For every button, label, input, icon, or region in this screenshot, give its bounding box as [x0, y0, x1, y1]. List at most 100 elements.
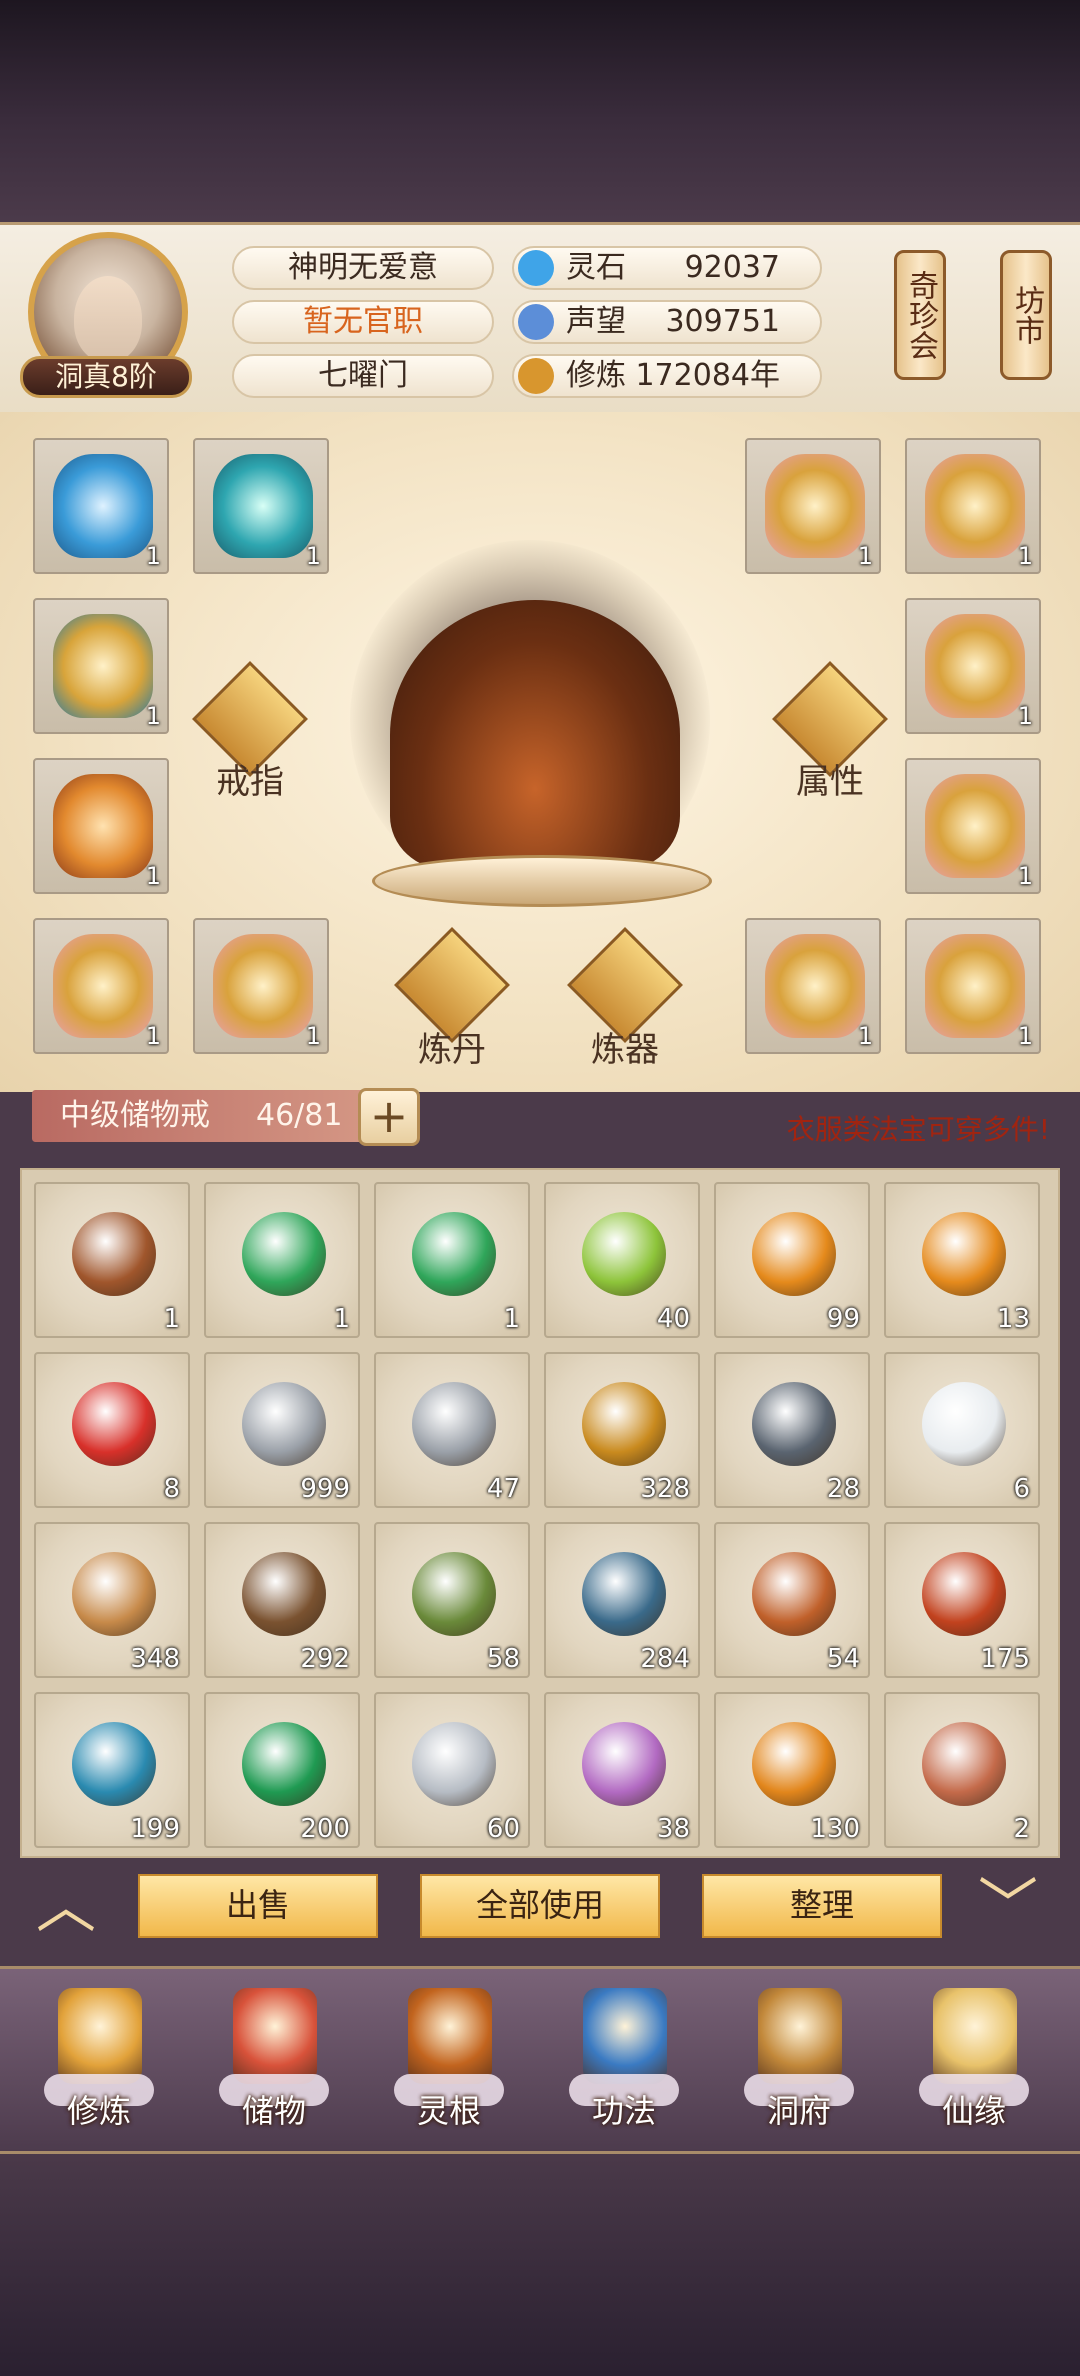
inventory-slot[interactable]: 348	[34, 1522, 190, 1678]
inventory-slot[interactable]: 292	[204, 1522, 360, 1678]
attributes-label: 属性	[796, 762, 864, 802]
nav-item-technique-book[interactable]: 功法	[549, 1974, 699, 2144]
resource-value: 92037	[684, 250, 780, 285]
item-count: 1	[1017, 1022, 1033, 1050]
inventory-slot[interactable]: 28	[714, 1352, 870, 1508]
inventory-slot[interactable]: 38	[544, 1692, 700, 1848]
orange-orb-icon	[922, 1212, 1006, 1296]
forge-button[interactable]: 炼器	[567, 927, 683, 1070]
inventory-slot[interactable]: 47	[374, 1352, 530, 1508]
item-count: 47	[486, 1474, 520, 1504]
inventory-slot[interactable]: 1	[34, 1182, 190, 1338]
scroll-down-arrow-icon[interactable]: ﹀	[978, 1858, 1038, 1945]
scroll-icon	[412, 1212, 496, 1296]
green-orb-icon	[582, 1212, 666, 1296]
prestige-icon	[518, 304, 554, 340]
inventory-slot[interactable]: 2	[884, 1692, 1040, 1848]
scroll-up-arrow-icon[interactable]: ︿	[36, 1858, 96, 1945]
resource-label: 声望	[566, 304, 626, 339]
sort-button[interactable]: 整理	[702, 1874, 942, 1938]
avatar-face	[74, 276, 142, 362]
inventory-slot[interactable]: 199	[34, 1692, 190, 1848]
inventory-slot[interactable]: 58	[374, 1522, 530, 1678]
inventory-slot[interactable]: 60	[374, 1692, 530, 1848]
inventory-slot[interactable]: 54	[714, 1522, 870, 1678]
cave-dwelling-icon	[758, 1988, 842, 2084]
robe-icon	[765, 454, 865, 558]
nav-label: 修炼	[66, 2092, 131, 2130]
equip-slot[interactable]: 1	[905, 758, 1041, 894]
sect-name[interactable]: 七曜门	[232, 354, 494, 398]
equip-slot[interactable]: 1	[193, 918, 329, 1054]
item-count: 1	[145, 862, 161, 890]
item-count: 348	[130, 1644, 180, 1674]
item-count: 999	[300, 1474, 350, 1504]
inventory-slot[interactable]: 40	[544, 1182, 700, 1338]
robe-icon	[925, 454, 1025, 558]
ring-label: 戒指	[216, 762, 284, 802]
equip-slot[interactable]: 1	[905, 438, 1041, 574]
orange-orb-icon	[752, 1212, 836, 1296]
inventory-slot[interactable]: 175	[884, 1522, 1040, 1678]
item-count: 1	[305, 542, 321, 570]
equip-slot[interactable]: 1	[905, 918, 1041, 1054]
herb-icon	[412, 1552, 496, 1636]
immortal-fate-icon	[933, 1988, 1017, 2084]
inventory-slot[interactable]: 999	[204, 1352, 360, 1508]
nav-item-spirit-root[interactable]: 灵根	[374, 1974, 524, 2144]
robe-icon	[213, 934, 313, 1038]
inventory-slot[interactable]: 284	[544, 1522, 700, 1678]
inventory-slot[interactable]: 130	[714, 1692, 870, 1848]
item-count: 2	[1013, 1814, 1030, 1844]
inventory-slot[interactable]: 1	[374, 1182, 530, 1338]
grey-ore-icon	[242, 1382, 326, 1466]
nav-item-immortal-fate[interactable]: 仙缘	[899, 1974, 1049, 2144]
gourd-charm-icon	[922, 1722, 1006, 1806]
item-count: 284	[640, 1644, 690, 1674]
grey-ore-icon	[412, 1382, 496, 1466]
treasure-auction-button[interactable]: 奇珍会	[894, 250, 946, 380]
sell-button[interactable]: 出售	[138, 1874, 378, 1938]
equip-slot[interactable]: 1	[33, 918, 169, 1054]
equip-slot[interactable]: 1	[745, 438, 881, 574]
item-count: 1	[145, 702, 161, 730]
red-orb-icon	[72, 1382, 156, 1466]
alchemy-button[interactable]: 炼丹	[394, 927, 510, 1070]
equip-slot[interactable]: 1	[33, 758, 169, 894]
equip-slot[interactable]: 1	[193, 438, 329, 574]
equip-hint: 衣服类法宝可穿多件!	[786, 1113, 1050, 1146]
inventory-slot[interactable]: 8	[34, 1352, 190, 1508]
gold-ring-icon	[53, 614, 153, 718]
item-count: 40	[656, 1304, 690, 1334]
nav-item-cave-dwelling[interactable]: 洞府	[724, 1974, 874, 2144]
lotus-pedestal	[372, 855, 712, 907]
forge-label: 炼器	[591, 1030, 659, 1070]
nav-item-cultivate[interactable]: 修炼	[24, 1974, 174, 2144]
lotus-seed-icon	[752, 1722, 836, 1806]
inventory-slot[interactable]: 1	[204, 1182, 360, 1338]
equip-slot[interactable]: 1	[33, 598, 169, 734]
nav-item-storage-bag[interactable]: 储物	[199, 1974, 349, 2144]
inventory-slot[interactable]: 328	[544, 1352, 700, 1508]
official-title: 暂无官职	[232, 300, 494, 344]
inventory-slot[interactable]: 13	[884, 1182, 1040, 1338]
inventory-slot[interactable]: 99	[714, 1182, 870, 1338]
equip-slot[interactable]: 1	[745, 918, 881, 1054]
inventory-slot[interactable]: 6	[884, 1352, 1040, 1508]
rank-badge: 洞真8阶	[20, 356, 192, 398]
nav-label: 灵根	[416, 2092, 481, 2130]
scroll-icon	[242, 1212, 326, 1296]
spirit-root-icon	[408, 1988, 492, 2084]
equip-slot[interactable]: 1	[905, 598, 1041, 734]
item-count: 58	[486, 1644, 520, 1674]
market-button[interactable]: 坊市	[1000, 250, 1052, 380]
cultivation-counter: 修炼 172084年	[512, 354, 822, 398]
spirit-stone-icon	[518, 250, 554, 286]
ring-button[interactable]: 戒指	[192, 661, 308, 802]
item-count: 1	[503, 1304, 520, 1334]
attributes-button[interactable]: 属性	[772, 661, 888, 802]
equip-slot[interactable]: 1	[33, 438, 169, 574]
expand-storage-button[interactable]: +	[358, 1088, 420, 1146]
inventory-slot[interactable]: 200	[204, 1692, 360, 1848]
use-all-button[interactable]: 全部使用	[420, 1874, 660, 1938]
